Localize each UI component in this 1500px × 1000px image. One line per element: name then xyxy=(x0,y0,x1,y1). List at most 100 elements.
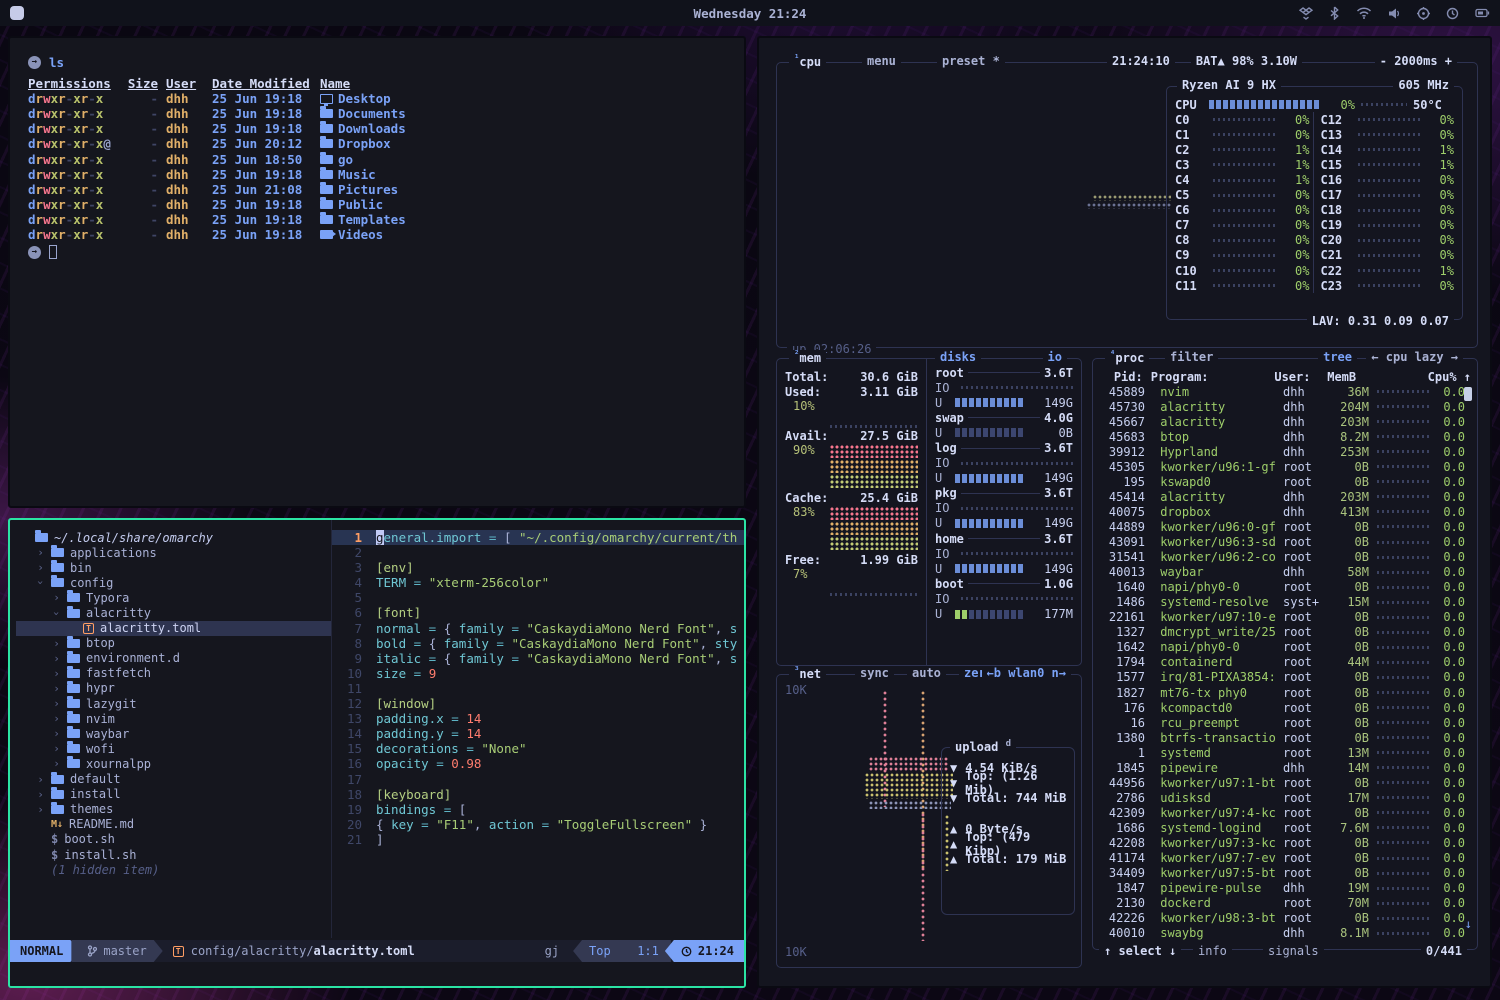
process-row[interactable]: 45305 kworker/u96:1-gfroot0B0.0 xyxy=(1099,459,1471,474)
proc-panel-title[interactable]: ⁴proc xyxy=(1105,350,1149,365)
workspace-indicator[interactable] xyxy=(10,6,24,20)
tree-item[interactable]: ›bin xyxy=(16,560,331,575)
chevron-closed-icon[interactable]: › xyxy=(52,637,61,650)
process-row[interactable]: 22161 kworker/u97:10-eroot0B0.0 xyxy=(1099,610,1471,625)
process-row[interactable]: 39912 Hyprlanddhh253M0.0 xyxy=(1099,444,1471,459)
disks-title[interactable]: disks xyxy=(935,350,981,364)
chevron-closed-icon[interactable]: › xyxy=(36,788,45,801)
command-line[interactable] xyxy=(10,962,744,986)
process-row[interactable]: 45667 alacrittydhh203M0.0 xyxy=(1099,414,1471,429)
process-row[interactable]: 195 kswapd0root0B0.0 xyxy=(1099,474,1471,489)
net-panel-title[interactable]: ³net xyxy=(789,666,826,681)
tree-item[interactable]: ›lazygit xyxy=(16,696,331,711)
process-row[interactable]: 176 kcompactd0root0B0.0 xyxy=(1099,700,1471,715)
tree-item[interactable]: ›wofi xyxy=(16,741,331,756)
chevron-closed-icon[interactable]: › xyxy=(52,697,61,710)
process-row[interactable]: 1642 napi/phy0-0root0B0.0 xyxy=(1099,640,1471,655)
process-row[interactable]: 1380 btrfs-transactioroot0B0.0 xyxy=(1099,730,1471,745)
tree-item[interactable]: ›fastfetch xyxy=(16,666,331,681)
process-row[interactable]: 44956 kworker/u97:1-btroot0B0.0 xyxy=(1099,775,1471,790)
chevron-closed-icon[interactable]: › xyxy=(52,682,61,695)
btop-window[interactable]: ¹cpu menu preset * 21:24:10 BAT▲ 98% 3.1… xyxy=(757,36,1492,988)
chevron-closed-icon[interactable]: › xyxy=(36,546,45,559)
bluetooth-icon[interactable] xyxy=(1329,6,1340,20)
tree-item[interactable]: M↓README.md xyxy=(16,817,331,832)
chevron-closed-icon[interactable]: › xyxy=(52,591,61,604)
neovim-window[interactable]: ~/.local/share/omarchy›applications›bin›… xyxy=(8,518,746,988)
process-row[interactable]: 1640 napi/phy0-0root0B0.0 xyxy=(1099,580,1471,595)
net-interface[interactable]: ←b wlan0 n→ xyxy=(982,666,1071,680)
process-row[interactable]: 44889 kworker/u96:0-gfroot0B0.0 xyxy=(1099,519,1471,534)
menu-button[interactable]: menu xyxy=(862,54,901,68)
tree-item[interactable]: ~/.local/share/omarchy xyxy=(16,530,331,545)
process-row[interactable]: 42309 kworker/u97:4-kcroot0B0.0 xyxy=(1099,805,1471,820)
process-row[interactable]: 40010 swaybgdhh8.1M0.0 xyxy=(1099,926,1471,941)
proc-info-hint[interactable]: info xyxy=(1193,944,1232,958)
dropbox-icon[interactable] xyxy=(1299,7,1313,20)
chevron-closed-icon[interactable]: › xyxy=(36,773,45,786)
tree-toggle[interactable]: tree xyxy=(1318,350,1357,364)
volume-icon[interactable] xyxy=(1388,7,1401,20)
tree-item[interactable]: ›applications xyxy=(16,545,331,560)
tree-item[interactable]: ›install xyxy=(16,787,331,802)
chevron-closed-icon[interactable]: › xyxy=(52,667,61,680)
cpu-panel-title[interactable]: ¹cpu xyxy=(789,54,826,69)
process-row[interactable]: 16 rcu_preemptroot0B0.0 xyxy=(1099,715,1471,730)
tree-item[interactable]: Talacritty.toml xyxy=(16,621,332,636)
process-row[interactable]: 41174 kworker/u97:7-evroot0B0.0 xyxy=(1099,851,1471,866)
screencast-icon[interactable] xyxy=(1417,7,1430,20)
preset-button[interactable]: preset * xyxy=(937,54,1005,68)
chevron-closed-icon[interactable]: › xyxy=(52,742,61,755)
tree-item[interactable]: ›Typora xyxy=(16,590,331,605)
process-row[interactable]: 31541 kworker/u96:2-coroot0B0.0 xyxy=(1099,550,1471,565)
tree-item[interactable]: ›config xyxy=(16,575,331,590)
tree-item[interactable]: ›themes xyxy=(16,802,331,817)
io-toggle[interactable]: io xyxy=(1043,350,1067,364)
shell-prompt-empty[interactable]: → xyxy=(28,244,726,260)
tree-item[interactable]: ›btop xyxy=(16,636,331,651)
battery-icon[interactable] xyxy=(1475,7,1490,19)
tree-item[interactable]: $install.sh xyxy=(16,847,331,862)
mem-panel-title[interactable]: ²mem xyxy=(789,350,826,365)
idle-clock-icon[interactable] xyxy=(1446,7,1459,20)
sort-selector[interactable]: ← cpu lazy → xyxy=(1366,350,1463,364)
process-row[interactable]: 1327 dmcrypt_write/25root0B0.0 xyxy=(1099,625,1471,640)
chevron-open-icon[interactable]: › xyxy=(50,609,63,618)
process-row[interactable]: 45683 btopdhh8.2M0.0 xyxy=(1099,429,1471,444)
process-row[interactable]: 1486 systemd-resolvesyst+15M0.0 xyxy=(1099,595,1471,610)
tree-item[interactable]: ›environment.d xyxy=(16,651,331,666)
wifi-icon[interactable] xyxy=(1356,7,1372,19)
process-row[interactable]: 40075 dropboxdhh413M0.0 xyxy=(1099,504,1471,519)
process-row[interactable]: 45889 nvimdhh36M0.0 xyxy=(1099,384,1471,399)
tree-item[interactable]: ›hypr xyxy=(16,681,331,696)
chevron-closed-icon[interactable]: › xyxy=(52,652,61,665)
process-row[interactable]: 1827 mt76-tx phy0root0B0.0 xyxy=(1099,685,1471,700)
process-row[interactable]: 1686 systemd-logindroot7.6M0.0 xyxy=(1099,820,1471,835)
process-row[interactable]: 2130 dockerdroot70M0.0 xyxy=(1099,896,1471,911)
tree-item[interactable]: ›waybar xyxy=(16,726,331,741)
process-row[interactable]: 42208 kworker/u97:3-kcroot0B0.0 xyxy=(1099,835,1471,850)
auto-button[interactable]: auto xyxy=(907,666,946,680)
chevron-closed-icon[interactable]: › xyxy=(52,712,61,725)
filter-button[interactable]: filter xyxy=(1165,350,1218,364)
code-editor[interactable]: 1general.import = [ "~/.config/omarchy/c… xyxy=(332,520,744,938)
process-row[interactable]: 1845 pipewiredhh14M0.0 xyxy=(1099,760,1471,775)
proc-select-hint[interactable]: ↑ select ↓ xyxy=(1099,944,1181,958)
process-row[interactable]: 1847 pipewire-pulsedhh19M0.0 xyxy=(1099,881,1471,896)
tree-item[interactable]: ›nvim xyxy=(16,711,331,726)
sync-button[interactable]: sync xyxy=(855,666,894,680)
process-row[interactable]: 43091 kworker/u96:3-sdroot0B0.0 xyxy=(1099,535,1471,550)
proc-scrollbar-thumb[interactable] xyxy=(1464,387,1472,401)
process-row[interactable]: 1794 containerdroot44M0.0 xyxy=(1099,655,1471,670)
chevron-closed-icon[interactable]: › xyxy=(36,561,45,574)
terminal-window-ls[interactable]: → ls Permissions Size User Date Modified… xyxy=(8,36,746,508)
chevron-open-icon[interactable]: › xyxy=(34,578,47,587)
refresh-interval[interactable]: - 2000ms + xyxy=(1375,54,1457,68)
process-row[interactable]: 1577 irq/81-PIXA3854:root0B0.0 xyxy=(1099,670,1471,685)
chevron-closed-icon[interactable]: › xyxy=(52,727,61,740)
tree-item[interactable]: ›alacritty xyxy=(16,605,331,620)
proc-scroll-down[interactable]: ↓ xyxy=(1465,917,1472,931)
process-row[interactable]: 40013 waybardhh58M0.0 xyxy=(1099,565,1471,580)
process-row[interactable]: 45730 alacrittydhh204M0.0 xyxy=(1099,399,1471,414)
process-row[interactable]: 1 systemdroot13M0.0 xyxy=(1099,745,1471,760)
